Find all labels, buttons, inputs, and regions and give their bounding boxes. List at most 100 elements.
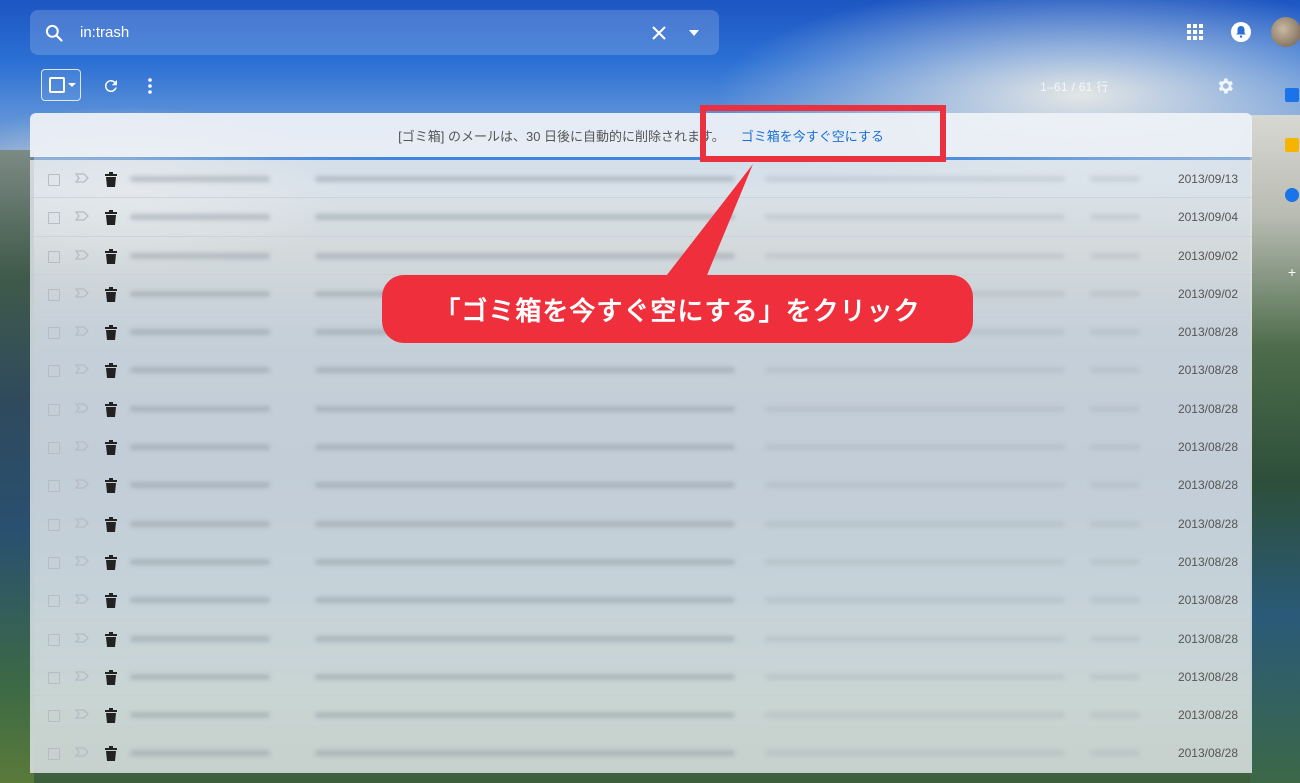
importance-marker-icon[interactable] (74, 173, 89, 185)
table-row[interactable]: 2013/08/28 (30, 657, 1252, 697)
blurred-snippet-end (1090, 329, 1140, 336)
importance-marker-icon[interactable] (74, 288, 89, 300)
checkbox-icon[interactable] (48, 442, 60, 455)
refresh-icon[interactable] (99, 74, 123, 98)
importance-marker-icon[interactable] (74, 518, 89, 530)
table-row[interactable]: 2013/08/28 (30, 389, 1252, 429)
importance-marker-icon[interactable] (74, 556, 89, 568)
importance-marker-icon[interactable] (74, 441, 89, 453)
table-row[interactable]: 2013/08/28 (30, 542, 1252, 582)
blurred-snippet (765, 252, 1065, 259)
table-row[interactable]: 2013/09/04 (30, 198, 1252, 237)
checkbox-icon[interactable] (48, 748, 60, 761)
select-all-dropdown[interactable] (41, 69, 81, 101)
table-row[interactable]: 2013/08/28 (30, 504, 1252, 543)
mail-panel: [ゴミ箱] のメールは、30 日後に自動的に削除されます。 ゴミ箱を今すぐ空にす… (30, 113, 1252, 783)
checkbox-icon[interactable] (48, 403, 60, 416)
table-row[interactable]: 2013/08/28 (30, 466, 1252, 505)
search-icon[interactable] (42, 10, 66, 55)
blurred-subject (315, 712, 735, 719)
email-date: 2013/08/28 (1177, 363, 1238, 378)
checkbox-icon[interactable] (48, 633, 60, 646)
checkbox-icon[interactable] (48, 365, 60, 378)
add-addon-icon[interactable]: + (1285, 265, 1299, 279)
importance-marker-icon[interactable] (74, 249, 89, 262)
table-row[interactable]: 2013/09/02 (30, 236, 1252, 275)
trash-icon (104, 172, 118, 187)
blurred-snippet-end (1090, 405, 1140, 412)
blurred-sender (130, 750, 270, 757)
importance-marker-icon[interactable] (74, 709, 89, 721)
checkbox-icon[interactable] (48, 518, 60, 531)
checkbox-icon[interactable] (48, 250, 60, 263)
settings-gear-icon[interactable] (1213, 74, 1237, 98)
checkbox-icon[interactable] (48, 212, 60, 225)
blurred-snippet-end (1090, 635, 1140, 642)
table-row[interactable]: 2013/08/28 (30, 619, 1252, 658)
clear-icon[interactable] (647, 10, 671, 55)
blurred-sender (130, 558, 270, 565)
blurred-subject (315, 597, 735, 604)
blurred-snippet-end (1090, 252, 1140, 259)
notification-icon[interactable] (1228, 18, 1254, 46)
checkbox-icon[interactable] (48, 595, 60, 608)
checkbox-icon[interactable] (49, 77, 65, 93)
avatar[interactable] (1271, 17, 1300, 47)
table-row[interactable]: 2013/08/28 (30, 734, 1252, 773)
table-row[interactable]: 2013/09/13 (30, 160, 1252, 199)
tasks-check-icon[interactable] (1285, 188, 1299, 202)
importance-marker-icon[interactable] (74, 211, 89, 223)
apps-grid-icon[interactable] (1182, 18, 1208, 46)
blurred-snippet (765, 712, 1065, 719)
checkbox-icon[interactable] (48, 480, 60, 493)
search-bar[interactable] (30, 10, 719, 55)
trash-icon (104, 708, 118, 724)
email-date: 2013/08/28 (1177, 708, 1238, 723)
importance-marker-icon[interactable] (74, 364, 89, 376)
importance-marker-icon[interactable] (74, 403, 89, 415)
background-edge-right (1250, 115, 1300, 783)
checkbox-icon[interactable] (48, 671, 60, 684)
chevron-down-icon[interactable] (68, 83, 76, 87)
blurred-snippet (765, 558, 1065, 565)
importance-marker-icon[interactable] (74, 326, 89, 338)
trash-icon (104, 516, 118, 532)
blurred-snippet (765, 214, 1065, 221)
keep-icon[interactable] (1285, 138, 1299, 152)
blurred-subject (315, 673, 735, 680)
table-row[interactable]: 2013/08/28 (30, 696, 1252, 735)
trash-icon (104, 593, 118, 609)
blurred-snippet (765, 176, 1065, 182)
blurred-sender (130, 635, 270, 642)
importance-marker-icon[interactable] (74, 594, 89, 606)
blurred-subject (315, 405, 735, 412)
blurred-sender (130, 176, 270, 182)
blurred-subject (315, 558, 735, 565)
more-vert-icon[interactable] (138, 74, 162, 98)
email-date: 2013/08/28 (1177, 478, 1238, 493)
importance-marker-icon[interactable] (74, 632, 89, 645)
checkbox-icon[interactable] (48, 710, 60, 723)
trash-icon (104, 746, 118, 762)
search-options-icon[interactable] (682, 10, 706, 55)
blurred-sender (130, 673, 270, 680)
blurred-snippet-end (1090, 558, 1140, 565)
trash-icon (104, 363, 118, 379)
importance-marker-icon[interactable] (74, 747, 89, 759)
search-input[interactable] (80, 10, 640, 55)
trash-icon (104, 478, 118, 494)
table-row[interactable]: 2013/08/28 (30, 351, 1252, 390)
importance-marker-icon[interactable] (74, 479, 89, 491)
table-row[interactable]: 2013/08/28 (30, 581, 1252, 620)
email-date: 2013/08/28 (1177, 669, 1238, 684)
email-date: 2013/08/28 (1177, 554, 1238, 569)
checkbox-icon[interactable] (48, 288, 60, 301)
blurred-sender (130, 712, 270, 719)
checkbox-icon[interactable] (48, 327, 60, 340)
blurred-subject (315, 750, 735, 757)
addon-icon[interactable] (1285, 88, 1299, 102)
checkbox-icon[interactable] (48, 174, 60, 186)
checkbox-icon[interactable] (48, 556, 60, 569)
importance-marker-icon[interactable] (74, 671, 89, 683)
table-row[interactable]: 2013/08/28 (30, 428, 1252, 467)
